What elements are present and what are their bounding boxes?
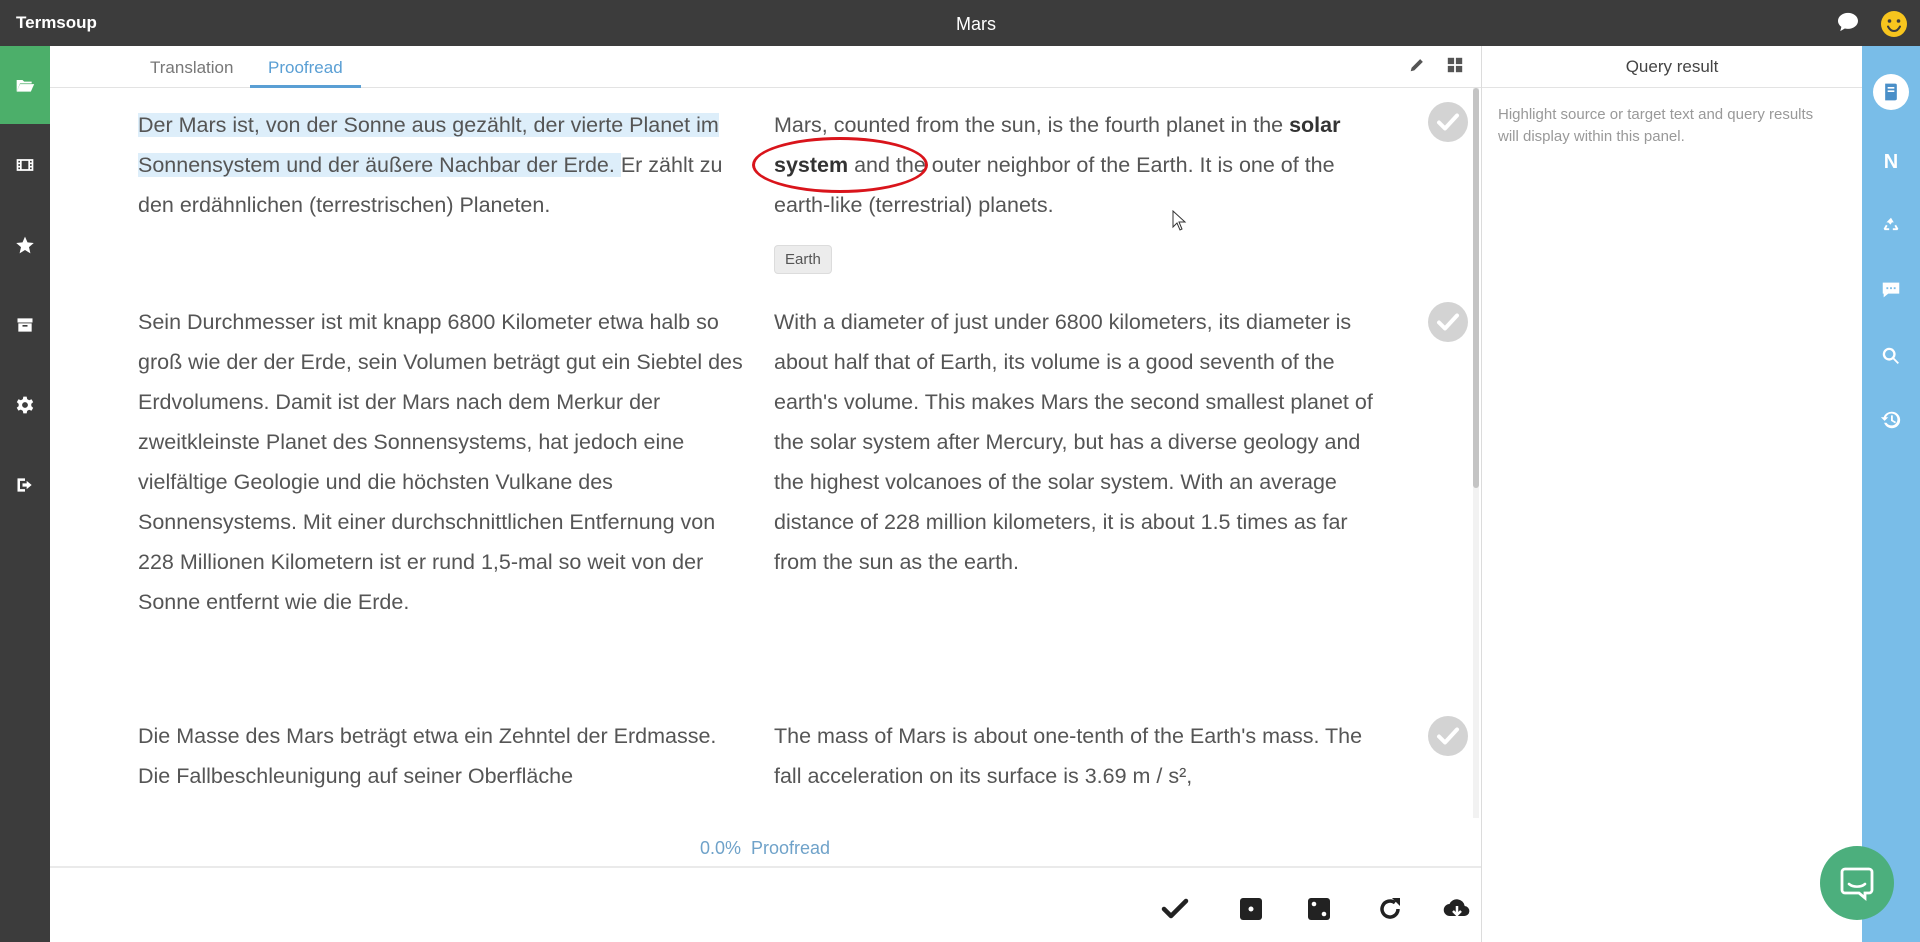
recycle-icon xyxy=(1883,217,1899,231)
dice-two-icon xyxy=(1308,898,1330,920)
annotation-circle xyxy=(752,137,928,193)
rn-notes[interactable]: N xyxy=(1862,142,1920,182)
bottom-toolbar xyxy=(50,866,1482,942)
gear-icon xyxy=(16,396,34,414)
nav-archive[interactable] xyxy=(0,286,50,364)
term-chip[interactable]: Earth xyxy=(774,245,832,274)
mode-tabs: Translation Proofread xyxy=(50,46,1482,88)
dice-two-button[interactable] xyxy=(1304,894,1334,924)
search-icon xyxy=(1882,347,1899,364)
chat-icon[interactable] xyxy=(1837,12,1859,32)
segment-list: Der Mars ist, von der Sonne aus gezählt,… xyxy=(50,88,1470,818)
archive-icon xyxy=(17,318,33,332)
document-title: Mars xyxy=(956,14,996,34)
history-icon xyxy=(1880,411,1901,429)
confirm-all-button[interactable] xyxy=(1160,894,1190,924)
checkmark-icon xyxy=(1161,898,1189,919)
comment-icon xyxy=(1882,282,1900,298)
rn-search[interactable] xyxy=(1862,336,1920,376)
confirm-segment-button[interactable] xyxy=(1428,102,1468,142)
nav-logout[interactable] xyxy=(0,446,50,524)
cloud-download-icon xyxy=(1443,899,1470,917)
nav-projects[interactable] xyxy=(0,46,50,124)
left-sidebar xyxy=(0,46,50,942)
checkmark-icon xyxy=(1437,727,1459,745)
proofread-progress: 0.0% Proofread xyxy=(50,838,1480,859)
progress-label: Proofread xyxy=(750,838,831,858)
messenger-launcher-button[interactable] xyxy=(1820,846,1894,920)
progress-percent: 0.0% xyxy=(699,838,741,858)
star-icon xyxy=(16,236,34,254)
refresh-button[interactable] xyxy=(1375,894,1405,924)
target-before: Mars, counted from the sun, is the fourt… xyxy=(774,113,1290,137)
sign-out-icon xyxy=(17,478,32,492)
target-text[interactable]: With a diameter of just under 6800 kilom… xyxy=(774,302,1394,582)
source-text[interactable]: Sein Durchmesser ist mit knapp 6800 Kilo… xyxy=(138,302,750,622)
film-icon xyxy=(16,159,34,171)
letter-n-icon: N xyxy=(1883,150,1899,173)
tab-proofread[interactable]: Proofread xyxy=(250,56,361,88)
download-button[interactable] xyxy=(1442,894,1472,924)
panel-divider xyxy=(1481,46,1482,942)
scrollbar-thumb[interactable] xyxy=(1473,88,1479,488)
pencil-icon[interactable] xyxy=(1408,56,1428,76)
mouse-cursor-icon xyxy=(1172,209,1188,232)
confirm-segment-button[interactable] xyxy=(1428,716,1468,756)
rn-comments[interactable] xyxy=(1862,270,1920,310)
nav-favorites[interactable] xyxy=(0,206,50,284)
confirm-segment-button[interactable] xyxy=(1428,302,1468,342)
tab-translation[interactable]: Translation xyxy=(132,56,251,88)
nav-settings[interactable] xyxy=(0,366,50,444)
nav-media[interactable] xyxy=(0,126,50,204)
rn-glossary[interactable] xyxy=(1862,72,1920,112)
segment-scrollbar[interactable] xyxy=(1473,88,1479,818)
checkmark-icon xyxy=(1437,313,1459,331)
right-toolbar: N xyxy=(1862,46,1920,942)
query-result-title: Query result xyxy=(1482,46,1862,88)
dice-one-button[interactable] xyxy=(1236,894,1266,924)
book-icon xyxy=(1885,83,1897,101)
query-result-placeholder: Highlight source or target text and quer… xyxy=(1498,106,1814,145)
folder-open-icon xyxy=(16,80,35,92)
chat-bubble-icon xyxy=(1840,867,1874,901)
checkmark-icon xyxy=(1437,113,1459,131)
user-avatar-smiley-icon[interactable] xyxy=(1880,10,1908,38)
rn-recycle[interactable] xyxy=(1862,206,1920,246)
rn-history[interactable] xyxy=(1862,400,1920,440)
dice-one-icon xyxy=(1240,898,1262,920)
grid-view-icon[interactable] xyxy=(1446,56,1466,76)
source-text[interactable]: Der Mars ist, von der Sonne aus gezählt,… xyxy=(138,105,750,225)
source-text[interactable]: Die Masse des Mars beträgt etwa ein Zehn… xyxy=(138,716,750,796)
refresh-icon xyxy=(1380,898,1400,919)
target-text[interactable]: The mass of Mars is about one-tenth of t… xyxy=(774,716,1394,796)
top-bar: Termsoup Mars xyxy=(0,0,1920,46)
